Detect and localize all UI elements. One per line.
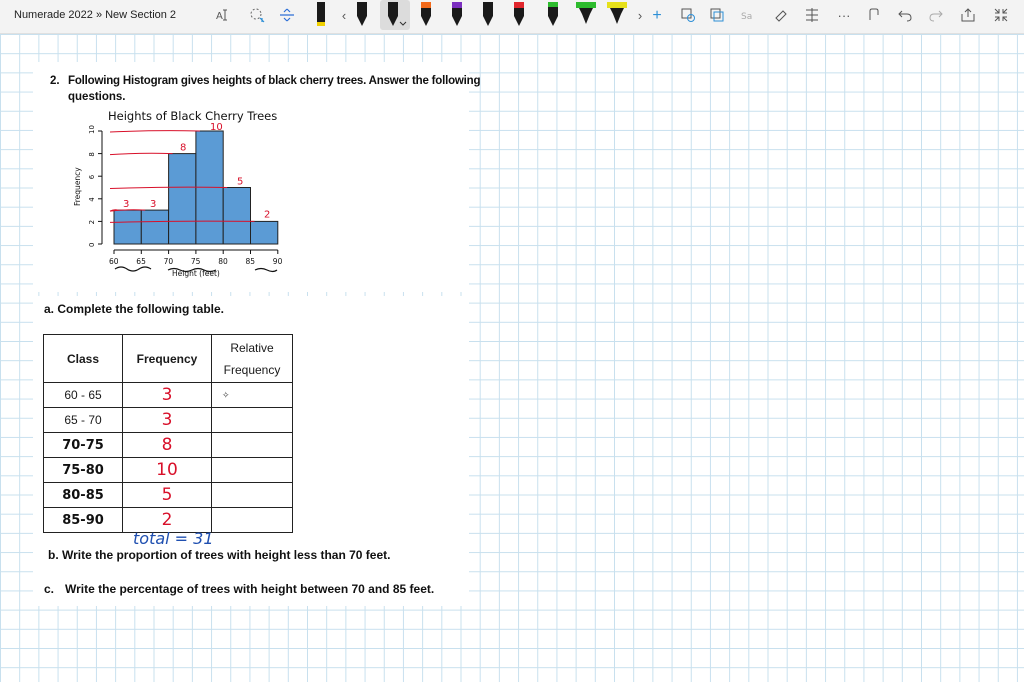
table-row: 65 - 70 3 xyxy=(43,407,293,433)
eraser-icon[interactable] xyxy=(771,6,791,26)
y-tick-label: 8 xyxy=(88,152,96,156)
cell-class: 65 - 70 xyxy=(43,407,123,433)
cell-frequency[interactable]: 10 xyxy=(122,457,212,483)
y-tick-label: 2 xyxy=(88,220,96,224)
x-tick-label: 80 xyxy=(218,257,228,266)
cell-relative[interactable] xyxy=(211,507,293,533)
y-tick-label: 0 xyxy=(88,243,96,247)
table-row: 80-85 5 xyxy=(43,482,293,508)
question-text-line1: Following Histogram gives heights of bla… xyxy=(68,75,481,87)
frequency-table: Class Frequency Relative Frequency 60 - … xyxy=(43,334,293,533)
part-a-text: a. Complete the following table. xyxy=(44,302,225,316)
svg-text:Sa: Sa xyxy=(741,12,752,22)
cell-relative[interactable] xyxy=(211,482,293,508)
part-c-label: c. xyxy=(44,582,55,596)
x-tick-label: 65 xyxy=(136,257,146,266)
pen-tool-orange[interactable] xyxy=(416,0,436,30)
x-tick-label: 60 xyxy=(109,257,119,266)
cell-relative[interactable] xyxy=(211,432,293,458)
x-axis: 60 65 70 75 80 85 90 xyxy=(109,249,283,266)
annotation-line xyxy=(109,130,200,133)
part-c-text: Write the percentage of trees with heigh… xyxy=(65,582,435,596)
cell-frequency[interactable]: 3 xyxy=(122,407,212,433)
scroll-left-icon[interactable]: ‹ xyxy=(334,6,354,26)
histogram-bar xyxy=(222,187,251,245)
histogram-bar xyxy=(140,209,170,245)
ink-to-text-icon[interactable]: Sa xyxy=(738,6,758,26)
shapes-icon[interactable] xyxy=(678,6,698,26)
header-relative-line1: Relative xyxy=(230,340,274,355)
cell-frequency[interactable]: 5 xyxy=(122,482,212,508)
cell-class[interactable]: 80-85 xyxy=(43,482,123,508)
cell-relative[interactable] xyxy=(211,457,293,483)
ruler-icon[interactable] xyxy=(802,6,822,26)
pen-tool-black-1[interactable] xyxy=(311,0,331,30)
annotation-number: 3 xyxy=(123,199,129,210)
table-row: 60 - 65 3 ✧ xyxy=(43,382,293,408)
add-pen-icon[interactable]: + xyxy=(647,6,667,26)
replay-icon[interactable] xyxy=(864,6,884,26)
insert-space-icon[interactable] xyxy=(277,6,297,26)
cell-class[interactable]: 70-75 xyxy=(43,432,123,458)
cell-frequency[interactable]: 8 xyxy=(122,432,212,458)
x-axis-label: Height (feet) xyxy=(172,269,220,278)
header-class: Class xyxy=(43,334,123,383)
copy-icon[interactable] xyxy=(707,6,727,26)
annotation-number: 3 xyxy=(150,199,156,210)
cell-class[interactable]: 75-80 xyxy=(43,457,123,483)
question-number: 2. xyxy=(50,75,60,87)
breadcrumb[interactable]: Numerade 2022 » New Section 2 xyxy=(14,9,176,21)
histogram-bar xyxy=(250,220,279,245)
pen-tool-red[interactable] xyxy=(509,0,529,30)
undo-icon[interactable] xyxy=(895,6,915,26)
annotation-number: 8 xyxy=(180,143,186,154)
cell-frequency[interactable]: 3 xyxy=(122,382,212,408)
share-icon[interactable] xyxy=(958,6,978,26)
annotation-number: 2 xyxy=(264,209,270,220)
cell-relative[interactable] xyxy=(211,407,293,433)
more-icon[interactable]: ··· xyxy=(834,6,854,26)
y-tick-label: 10 xyxy=(88,125,96,134)
pen-tool-black-4[interactable] xyxy=(543,0,563,30)
histogram-bar xyxy=(113,209,142,245)
header-relative-frequency: Relative Frequency xyxy=(211,334,293,383)
y-tick-label: 4 xyxy=(88,197,96,202)
handwritten-total[interactable]: total = 31 xyxy=(133,529,214,548)
toolbar: Numerade 2022 » New Section 2 A ‹ › + Sa… xyxy=(0,0,1024,34)
annotation-line xyxy=(109,152,173,156)
table-row: 75-80 10 xyxy=(43,457,293,483)
pen-tool-green[interactable] xyxy=(574,0,596,30)
part-b-text: b. Write the proportion of trees with he… xyxy=(48,548,391,562)
pen-tool-black-selected[interactable] xyxy=(380,0,410,30)
header-relative-line2: Frequency xyxy=(223,362,281,377)
cell-class[interactable]: 85-90 xyxy=(43,507,123,533)
pen-tool-black-3[interactable] xyxy=(478,0,498,30)
cell-relative[interactable]: ✧ xyxy=(211,382,293,408)
collapse-icon[interactable] xyxy=(991,6,1011,26)
x-tick-label: 90 xyxy=(273,257,283,266)
redo-icon[interactable] xyxy=(926,6,946,26)
annotation-number: 5 xyxy=(237,177,243,188)
y-axis-label: Frequency xyxy=(73,167,82,206)
table-row: 70-75 8 xyxy=(43,432,293,458)
x-tick-label: 70 xyxy=(164,257,174,266)
x-tick-label: 75 xyxy=(191,257,201,266)
cell-class: 60 - 65 xyxy=(43,382,123,408)
chart-title: Heights of Black Cherry Trees xyxy=(108,109,277,123)
question-text-line2: questions. xyxy=(68,91,126,103)
lasso-select-icon[interactable] xyxy=(247,6,267,26)
svg-text:A: A xyxy=(216,11,223,22)
histogram-bar xyxy=(168,153,197,245)
header-frequency: Frequency xyxy=(122,334,212,383)
pen-tool-black-2[interactable] xyxy=(352,0,372,30)
y-axis: 0 2 4 6 8 10 xyxy=(88,125,103,247)
histogram-chart: Heights of Black Cherry Trees Frequency … xyxy=(73,109,283,278)
x-tick-label: 85 xyxy=(246,257,256,266)
y-tick-label: 6 xyxy=(88,174,96,179)
annotation-number: 10 xyxy=(210,122,223,133)
pen-tool-yellow[interactable] xyxy=(605,0,627,30)
text-format-icon[interactable]: A xyxy=(213,6,233,26)
pen-tool-purple[interactable] xyxy=(447,0,467,30)
